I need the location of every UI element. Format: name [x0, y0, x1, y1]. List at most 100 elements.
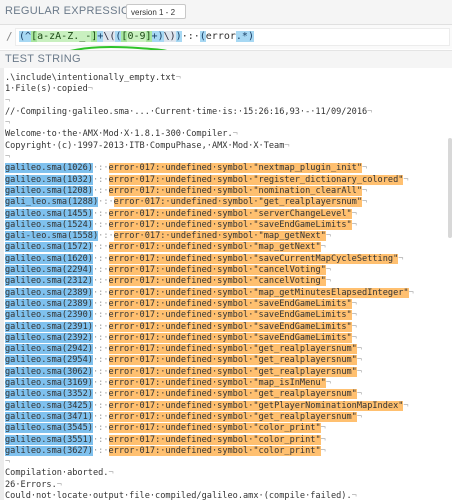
vertical-scrollbar[interactable] — [448, 138, 452, 238]
match-line: galileo.sma(3471)·:·error·017:·undefined… — [5, 411, 414, 423]
match-group-1: galileo.sma(1455) — [5, 208, 93, 219]
match-group-1: galileo.sma(2942) — [5, 344, 93, 355]
version-select[interactable]: version 1 - 2 — [126, 4, 186, 19]
test-string-header: TEST STRING — [0, 50, 452, 69]
eol-marker: ¬ — [5, 118, 11, 129]
match-group-1: galileo.sma(2392) — [5, 332, 93, 343]
eol-marker: ¬ — [356, 389, 363, 400]
match-separator: ·:· — [98, 197, 114, 208]
match-line: galileo.sma(3551)·:·error·017:·undefined… — [5, 434, 414, 446]
line-text: 26·Errors. — [5, 479, 57, 490]
match-line: galileo.sma(1455)·:·error·017:·undefined… — [5, 208, 414, 220]
regex-token: ·:· — [181, 31, 200, 42]
match-line: galileo.sma(2312)·:·error·017:·undefined… — [5, 276, 414, 287]
match-separator: ·:· — [92, 423, 109, 434]
text-line: Copyright·(c)·1997-2013·ITB·CompuPhase,·… — [5, 141, 414, 152]
eol-marker: ¬ — [175, 73, 181, 83]
eol-marker: ¬ — [351, 219, 357, 230]
match-group-2: error·017:·undefined·symbol·"map_getMinu… — [108, 287, 409, 298]
match-group-1: galileo.sma(1208) — [5, 185, 93, 196]
match-separator: ·:· — [92, 411, 109, 422]
match-group-1: galileo.sma(3425) — [5, 400, 93, 411]
match-group-1: galileo.sma(1524) — [5, 219, 93, 230]
match-group-1: galileo.sma(3169) — [5, 378, 93, 389]
text-line: Could·not·locate·output·file·compiled/ga… — [5, 491, 414, 500]
match-separator: ·:· — [92, 389, 109, 400]
test-string-title: TEST STRING — [5, 53, 81, 65]
text-line: 26·Errors.¬ — [5, 480, 414, 491]
match-group-2: error·017:·undefined·symbol·"map_getNext… — [108, 242, 321, 253]
test-string-lines: .\include\intentionally_empty.txt¬ 1·File… — [5, 73, 414, 500]
match-group-2: error·017:·undefined·symbol·"saveEndGame… — [108, 321, 352, 332]
match-separator: ·:· — [92, 366, 109, 377]
text-line: Compilation·aborted.¬ — [5, 468, 414, 479]
regex-token: .* — [235, 31, 248, 42]
match-separator: ·:· — [92, 355, 109, 366]
match-group-2: error·017:·undefined·symbol·"saveCurrent… — [108, 253, 399, 264]
match-separator: ·:· — [92, 287, 109, 298]
eol-marker: ¬ — [5, 457, 11, 468]
match-separator: ·:· — [92, 298, 109, 309]
match-group-2: error·017:·undefined·symbol·"cancelVotin… — [108, 276, 326, 287]
eol-marker: ¬ — [351, 321, 357, 332]
eol-marker: ¬ — [325, 276, 331, 287]
match-group-1: galileo.sma(1620) — [5, 253, 93, 264]
match-line: galileo.sma(1208)·:·error·017:·undefined… — [5, 185, 414, 197]
match-separator: ·:· — [92, 400, 109, 411]
text-line: ¬ — [5, 457, 414, 468]
match-group-2: error·017:·undefined·symbol·"get_realpla… — [108, 389, 357, 400]
eol-marker: ¬ — [403, 174, 409, 185]
test-string-editor[interactable]: .\include\intentionally_empty.txt¬ 1·File… — [0, 68, 452, 500]
eol-marker: ¬ — [108, 468, 114, 479]
eol-marker: ¬ — [362, 185, 368, 196]
match-group-1: galileo.sma(3352) — [5, 389, 93, 400]
text-line: ¬ — [5, 96, 414, 107]
eol-marker: ¬ — [356, 366, 363, 377]
eol-marker: ¬ — [356, 411, 363, 422]
match-group-2: error·017:·undefined·symbol·"color_print… — [108, 423, 321, 434]
match-line: galileo.sma(2942)·:·error·017:·undefined… — [5, 344, 414, 355]
eol-marker: ¬ — [367, 106, 373, 117]
match-separator: ·:· — [92, 163, 109, 174]
match-line: galileo.sma(1524)·:·error·017:·undefined… — [5, 219, 414, 231]
eol-marker: ¬ — [351, 310, 357, 321]
regex-token: \( — [103, 31, 116, 42]
eol-marker: ¬ — [398, 253, 404, 264]
match-separator: ·:· — [92, 265, 109, 276]
match-group-2: error·017:·undefined·symbol·"nomination_… — [108, 185, 363, 196]
eol-marker: ¬ — [362, 197, 368, 208]
match-group-1: galileo.sma(2294) — [5, 265, 93, 276]
text-line: ¬ — [5, 118, 414, 129]
match-group-2: error·017:·undefined·symbol·"get_realpla… — [108, 411, 357, 422]
match-line: galileo.sma(3062)·:·error·017:·undefined… — [5, 366, 414, 378]
match-line: galileo.sma(1572)·:·error·017:·undefined… — [5, 242, 414, 253]
match-group-2: error·017:·undefined·symbol·"nextmap_plu… — [108, 163, 363, 174]
match-group-1: gali_leo.sma(1288) — [5, 197, 99, 208]
match-line: galileo.sma(1620)·:·error·017:·undefined… — [5, 253, 414, 265]
regex-token: 0-9 — [127, 31, 146, 42]
line-text: Welcome·to·the·AMX·Mod·X·1.8.1-300·Compi… — [5, 129, 233, 140]
match-separator: ·:· — [92, 208, 109, 219]
eol-marker: ¬ — [5, 152, 11, 163]
match-separator: ·:· — [92, 219, 109, 230]
match-group-2: error·017:·undefined·symbol·"get_realpla… — [108, 344, 357, 355]
match-separator: ·:· — [92, 378, 109, 389]
match-group-2: error·017:·undefined·symbol·"get_realpla… — [108, 366, 357, 377]
match-group-2: error·017:·undefined·symbol·"saveEndGame… — [108, 219, 352, 230]
match-group-1: galileo.sma(3062) — [5, 366, 93, 377]
match-line: galileo.sma(1026)·:·error·017:·undefined… — [5, 163, 414, 174]
match-separator: ·:· — [92, 434, 109, 445]
match-group-1: galileo.sma(2389) — [5, 287, 93, 298]
text-line: .\include\intentionally_empty.txt¬ — [5, 73, 414, 84]
match-line: galileo.sma(1032)·:·error·017:·undefined… — [5, 174, 414, 186]
eol-marker: ¬ — [362, 163, 368, 174]
regex-token: ] — [145, 31, 152, 42]
line-text: Compilation·aborted. — [5, 468, 109, 479]
line-text: Copyright·(c)·1997-2013·ITB·CompuPhase,·… — [5, 140, 285, 151]
match-group-2: error·017:·undefined·symbol·"cancelVotin… — [108, 265, 326, 276]
match-line: galileo.sma(2294)·:·error·017:·undefined… — [5, 265, 414, 276]
eol-marker: ¬ — [351, 332, 357, 343]
match-separator: ·:· — [92, 242, 109, 253]
match-separator: ·:· — [98, 231, 114, 242]
eol-marker: ¬ — [325, 378, 331, 389]
